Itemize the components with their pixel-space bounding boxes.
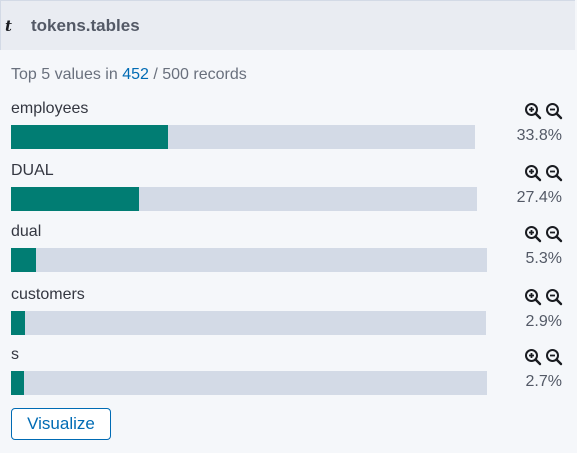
zoom-out-icon[interactable] [545, 164, 563, 182]
value-label: employees [11, 100, 89, 117]
zoom-out-icon[interactable] [545, 225, 563, 243]
value-label: s [11, 346, 19, 363]
value-label: DUAL [11, 162, 54, 179]
summary-separator: / [153, 66, 158, 83]
field-header: t tokens.tables [0, 0, 575, 50]
value-label: customers [11, 286, 85, 303]
string-field-type-icon: t [5, 17, 12, 35]
zoom-out-icon[interactable] [545, 288, 563, 306]
value-percent: 2.7% [525, 373, 562, 390]
value-bar-track [11, 187, 477, 211]
value-bar-fill [11, 248, 37, 272]
summary-total: 500 records [162, 66, 247, 83]
zoom-in-icon[interactable] [524, 102, 542, 120]
zoom-in-icon[interactable] [524, 225, 542, 243]
zoom-in-icon[interactable] [524, 288, 542, 306]
value-bar-track [11, 371, 487, 395]
value-percent: 33.8% [516, 127, 562, 144]
top-values-summary: Top 5 values in 452 / 500 records [11, 66, 247, 84]
top-value-row: dual 5.3% [0, 223, 577, 275]
value-percent: 2.9% [525, 313, 562, 330]
summary-shown-count: 452 [122, 66, 149, 83]
value-bar-track [11, 248, 487, 272]
zoom-out-icon[interactable] [545, 348, 563, 366]
zoom-out-icon[interactable] [545, 102, 563, 120]
summary-prefix: Top 5 values in [11, 66, 118, 83]
value-bar-fill [11, 125, 168, 149]
value-bar-fill [11, 371, 24, 395]
top-value-row: DUAL 27.4% [0, 162, 577, 214]
value-bar-track [11, 125, 475, 149]
top-value-row: customers 2.9% [0, 286, 577, 338]
top-value-row: employees 33.8% [0, 100, 577, 152]
value-bar-fill [11, 187, 139, 211]
top-value-row: s 2.7% [0, 346, 577, 398]
field-name: tokens.tables [31, 16, 140, 35]
value-percent: 27.4% [516, 189, 562, 206]
visualize-button[interactable]: Visualize [11, 408, 111, 440]
zoom-in-icon[interactable] [524, 164, 542, 182]
value-bar-fill [11, 311, 25, 335]
value-label: dual [11, 223, 42, 240]
value-bar-track [11, 311, 486, 335]
zoom-in-icon[interactable] [524, 348, 542, 366]
value-percent: 5.3% [525, 250, 562, 267]
